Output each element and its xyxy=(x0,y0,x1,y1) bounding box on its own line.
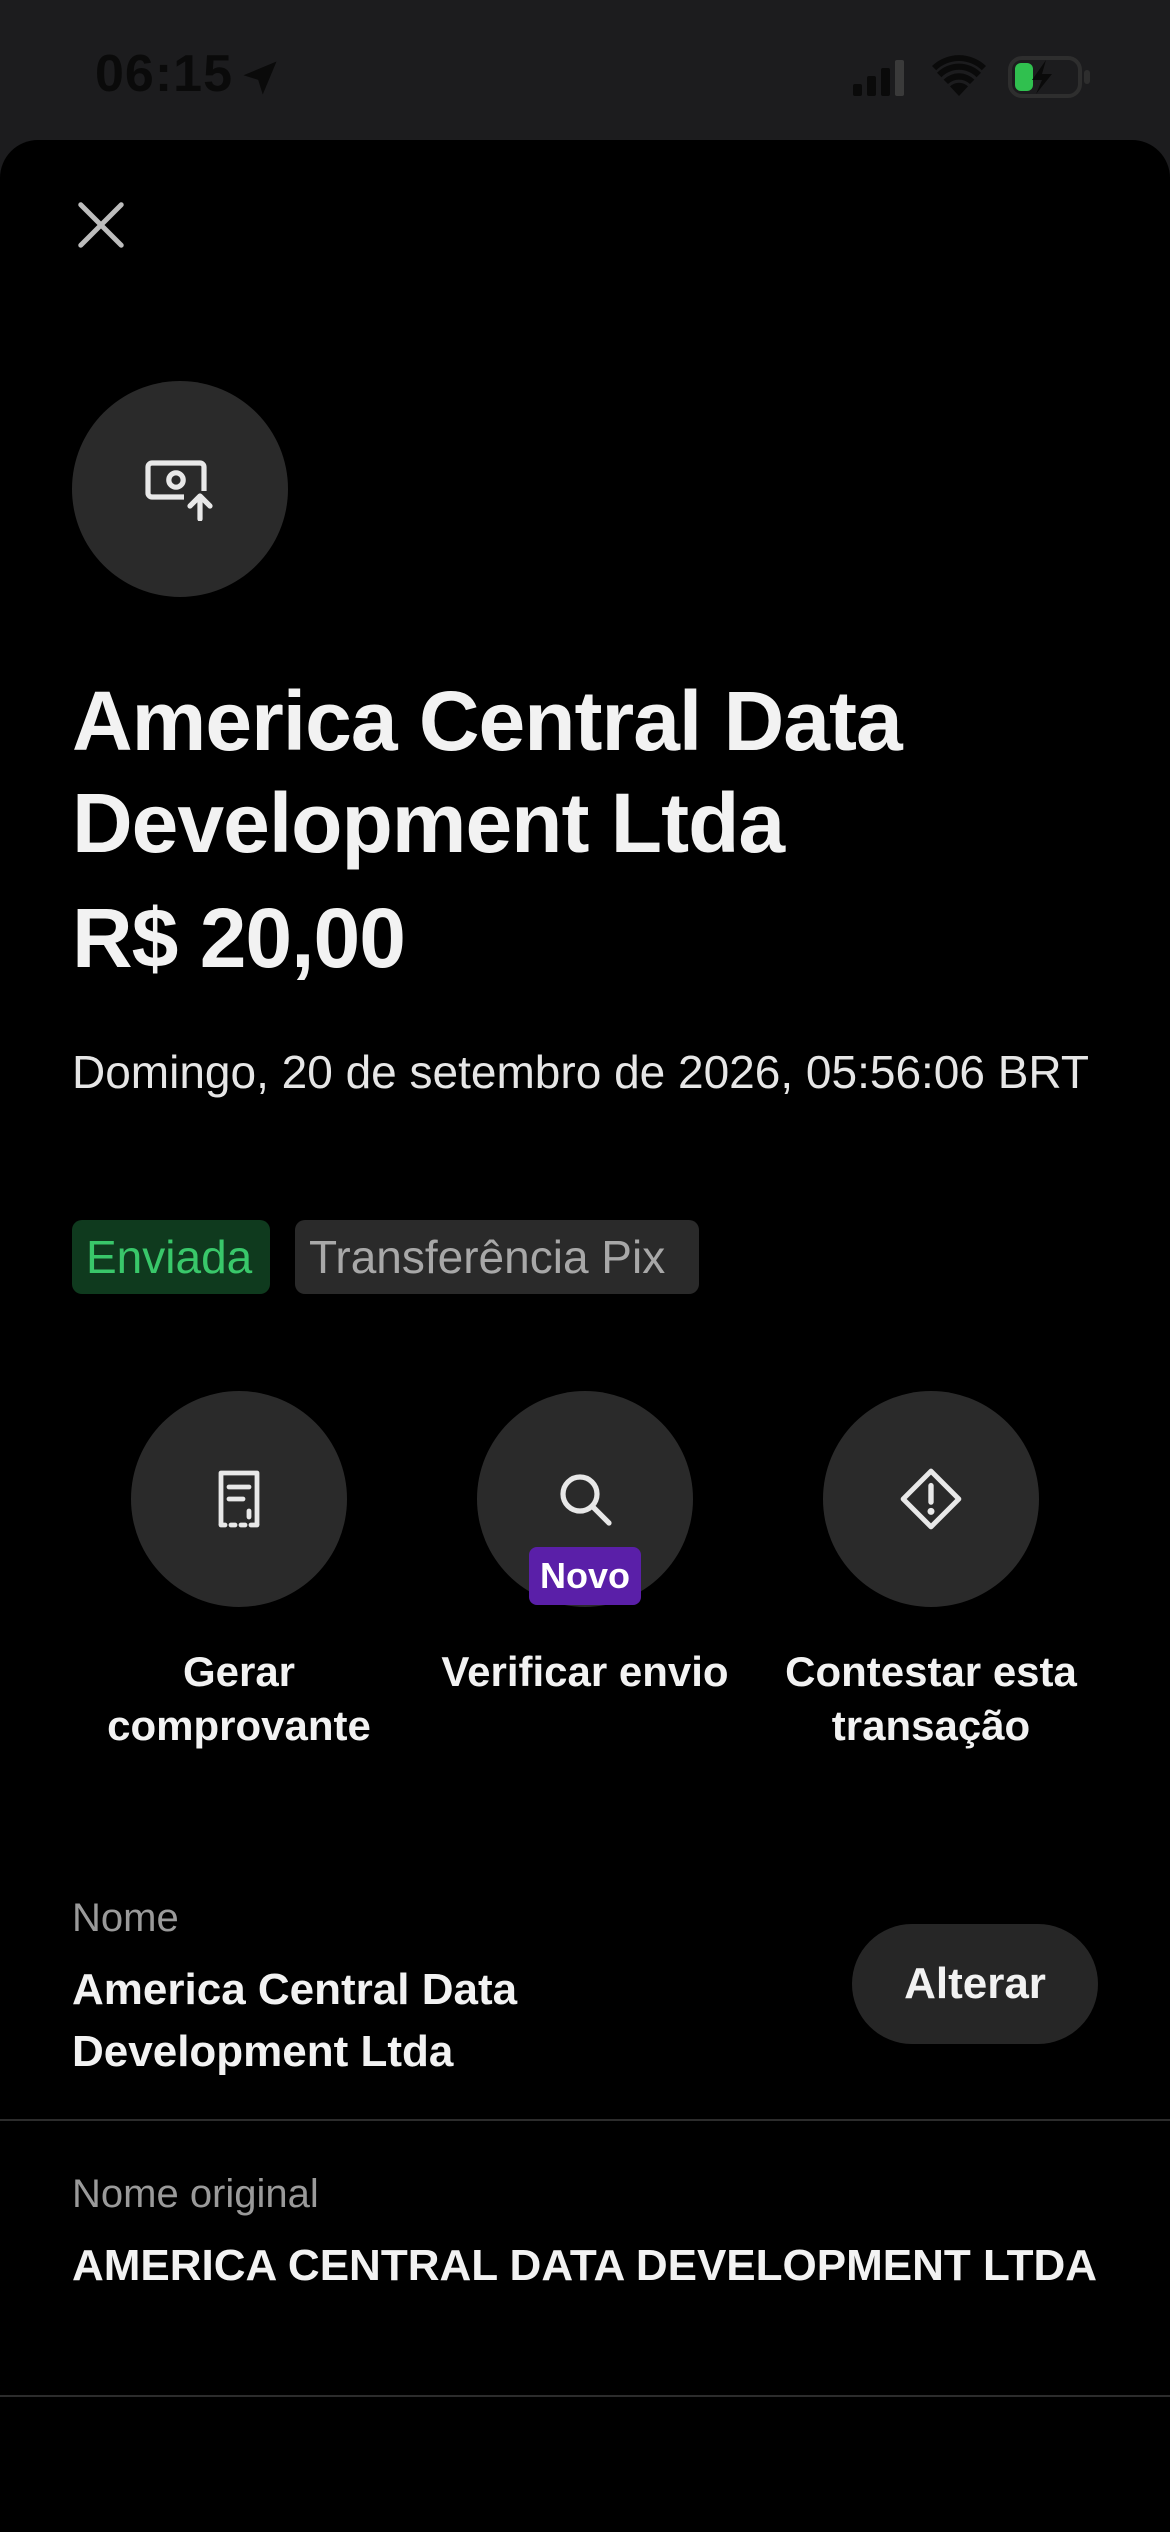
verify-sending-action[interactable]: Novo Verificar envio xyxy=(435,1391,735,1699)
dispute-transaction-button[interactable] xyxy=(823,1391,1039,1607)
generate-receipt-action[interactable]: Gerar comprovante xyxy=(89,1391,389,1753)
transaction-detail-sheet: America Central Data Development Ltda R$… xyxy=(0,140,1170,2532)
transaction-datetime: Domingo, 20 de setembro de 2026, 05:56:0… xyxy=(72,1046,1089,1098)
warning-diamond-icon xyxy=(900,1468,962,1530)
generate-receipt-button[interactable] xyxy=(131,1391,347,1607)
verify-sending-label: Verificar envio xyxy=(441,1648,729,1695)
search-icon xyxy=(560,1474,612,1526)
status-time: 06:15 xyxy=(95,45,233,103)
close-icon[interactable] xyxy=(74,198,128,252)
verify-sending-button[interactable]: Novo xyxy=(477,1391,693,1607)
generate-receipt-label: Gerar comprovante xyxy=(107,1648,371,1749)
location-arrow-icon xyxy=(243,61,277,95)
status-badge: Enviada xyxy=(72,1220,270,1294)
transaction-icon-circle xyxy=(72,381,288,597)
cellular-signal-icon xyxy=(853,60,904,96)
original-name-value: AMERICA CENTRAL DATA DEVELOPMENT LTDA xyxy=(72,2241,1097,2290)
money-send-icon xyxy=(145,460,216,521)
receipt-icon xyxy=(218,1470,260,1528)
dispute-transaction-label: Contestar esta transação xyxy=(785,1648,1077,1749)
name-value: America Central Data Development Ltda xyxy=(72,1965,518,2076)
divider xyxy=(0,2395,1170,2397)
dispute-transaction-action[interactable]: Contestar esta transação xyxy=(781,1391,1081,1753)
wifi-icon xyxy=(932,55,986,96)
transaction-type-badge: Transferência Pix xyxy=(295,1220,699,1294)
alter-name-button[interactable]: Alterar xyxy=(852,1924,1098,2044)
name-label: Nome xyxy=(72,1896,179,1940)
divider xyxy=(0,2119,1170,2121)
merchant-title: America Central Data Development Ltda xyxy=(72,674,903,870)
status-bar: 06:15 xyxy=(0,0,1170,140)
battery-charging-icon xyxy=(1008,56,1090,98)
original-name-label: Nome original xyxy=(72,2172,319,2216)
transaction-amount: R$ 20,00 xyxy=(72,891,406,985)
new-feature-badge: Novo xyxy=(529,1547,641,1605)
